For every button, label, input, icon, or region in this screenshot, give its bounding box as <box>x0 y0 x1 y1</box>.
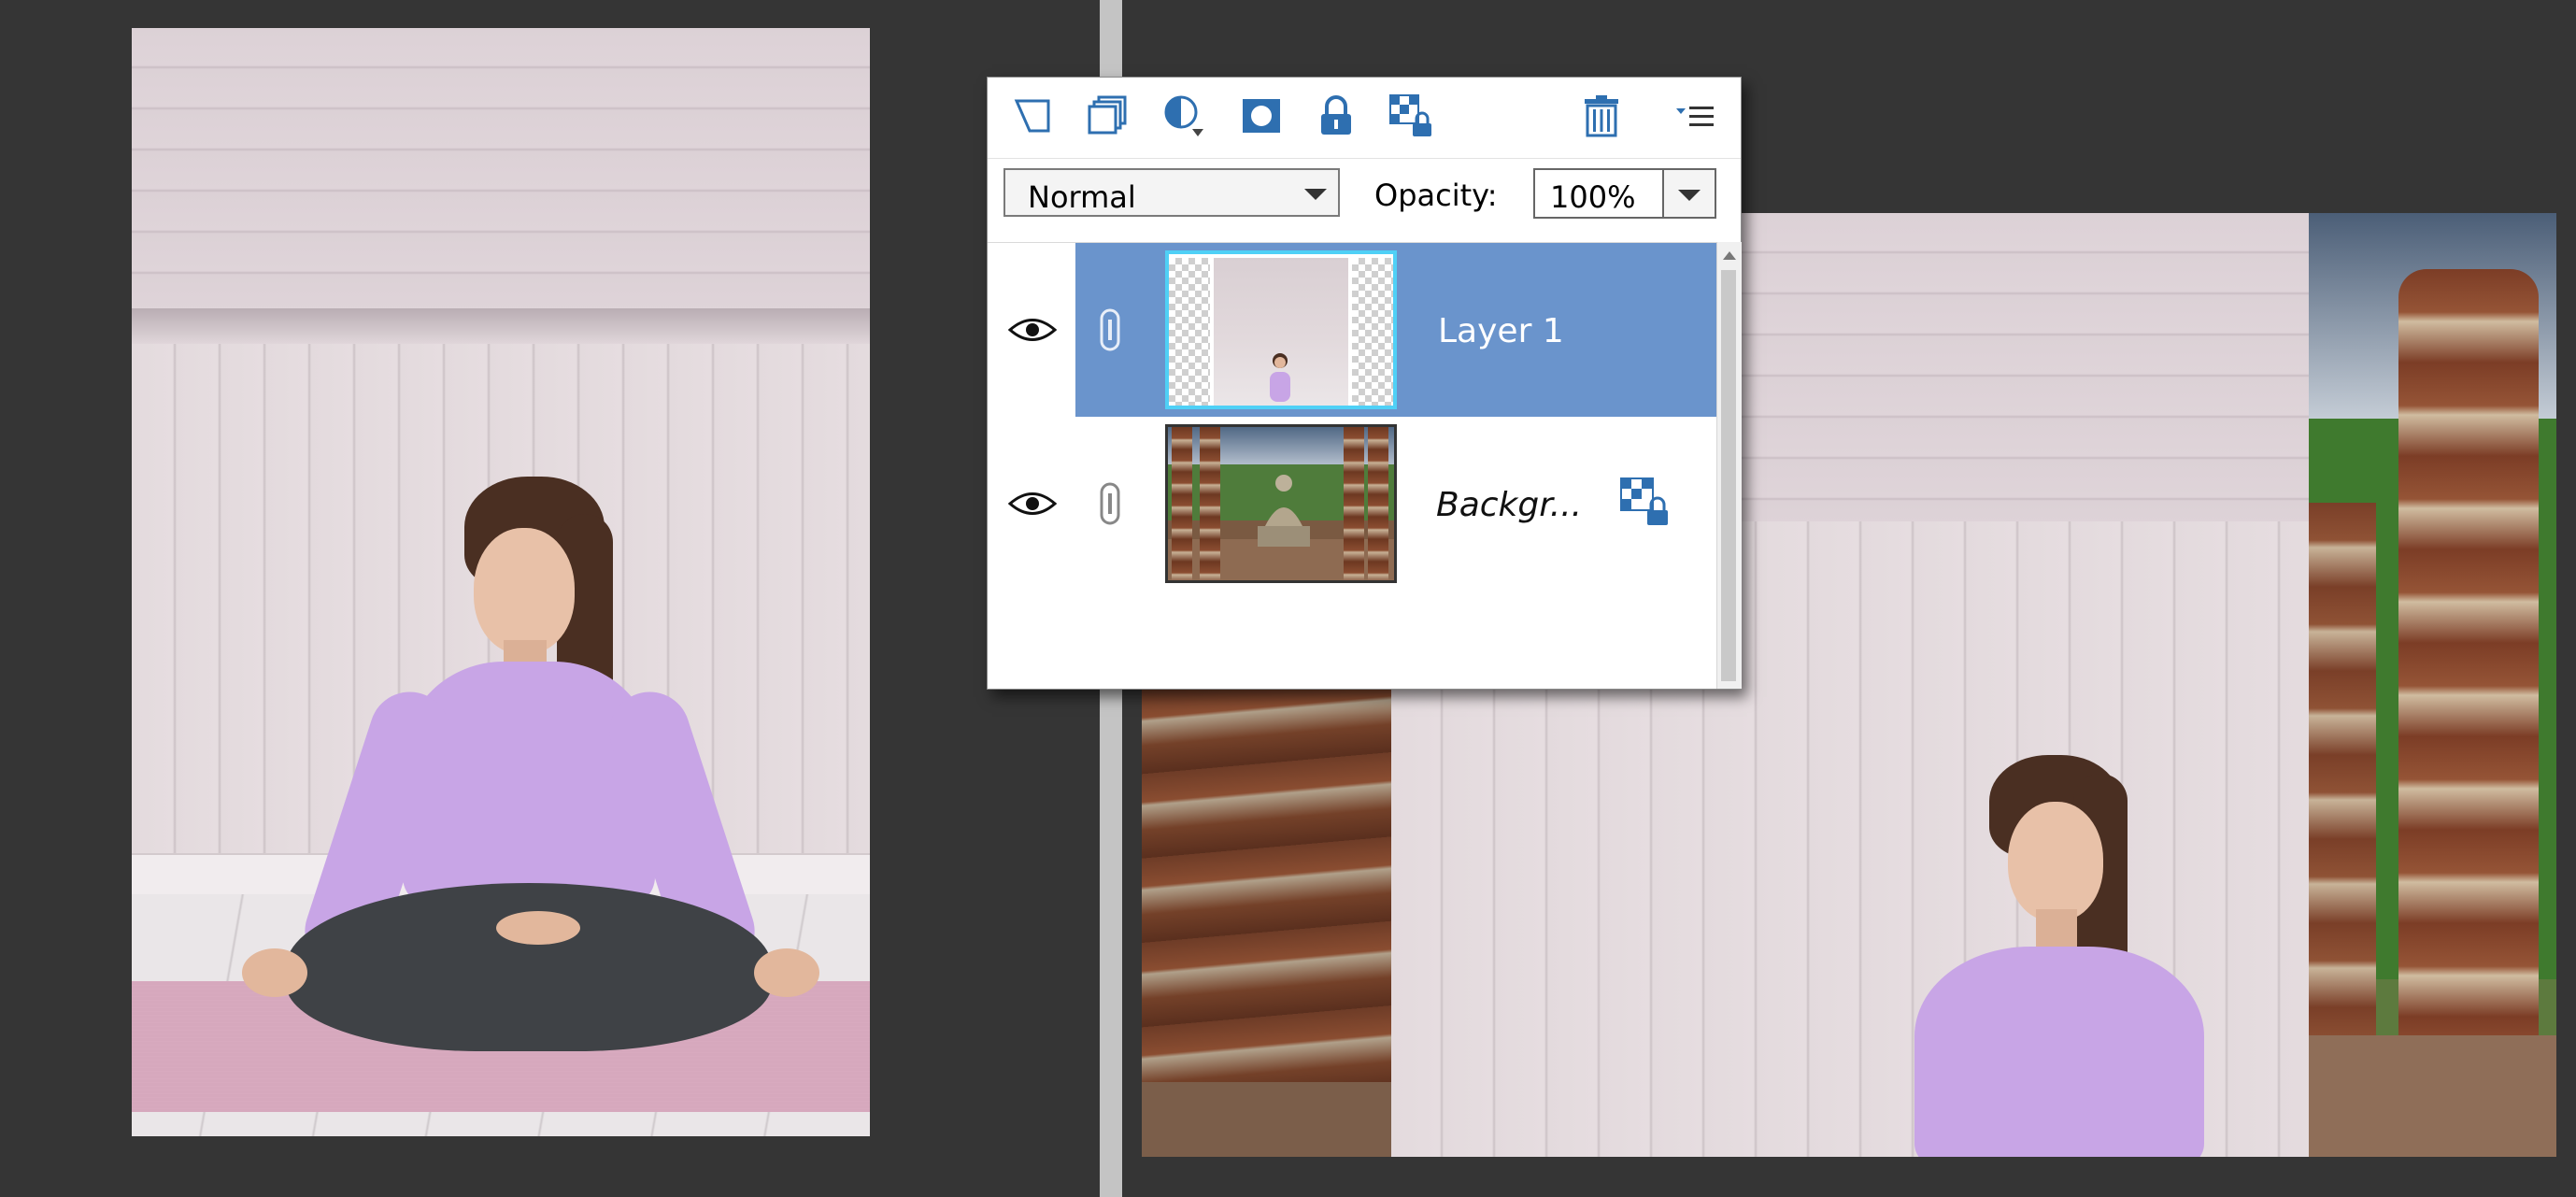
opacity-input[interactable]: 100% <box>1533 168 1664 219</box>
thumbnail-pillar <box>1172 427 1192 580</box>
opacity-label: Opacity: <box>1374 178 1498 213</box>
layers-scrollbar[interactable] <box>1716 242 1742 689</box>
chevron-down-icon <box>1678 190 1701 201</box>
adjustment-layer-icon <box>1164 95 1203 136</box>
meditating-woman <box>132 28 870 1136</box>
temple-floor-left <box>1142 1082 1391 1157</box>
blend-mode-dropdown[interactable]: Normal <box>1003 168 1340 217</box>
temple-pillar <box>2398 269 2539 1157</box>
blend-mode-value: Normal <box>1028 179 1136 215</box>
adjustment-layer-button[interactable] <box>1160 91 1210 141</box>
panel-menu-button[interactable] <box>1672 91 1722 141</box>
lock-transparency-button[interactable] <box>1386 91 1436 141</box>
link-icon[interactable] <box>1096 306 1124 353</box>
lock-transparency-icon <box>1389 94 1431 136</box>
layer-controls: Normal Opacity: 100% <box>988 158 1741 228</box>
temple-ruins-right <box>2309 213 2556 1157</box>
temple-ground <box>2309 1035 2556 1157</box>
visibility-eye-icon[interactable] <box>1008 490 1057 518</box>
layer-name[interactable]: Backgr... <box>1436 486 1582 524</box>
new-layer-button[interactable] <box>1008 91 1059 141</box>
transparency-checker <box>1169 258 1210 406</box>
thumbnail-pillar <box>1344 427 1364 580</box>
layers-toolbar <box>988 78 1741 156</box>
thumbnail-pillar <box>1368 427 1388 580</box>
visibility-eye-icon[interactable] <box>1008 316 1057 344</box>
lock-all-button[interactable] <box>1311 91 1361 141</box>
layer-mask-icon <box>1243 99 1280 133</box>
opacity-value: 100% <box>1550 179 1636 215</box>
thumbnail-pillar <box>1200 427 1220 580</box>
opacity-dropdown-button[interactable] <box>1664 168 1716 219</box>
delete-layer-button[interactable] <box>1576 91 1627 141</box>
duplicate-layer-button[interactable] <box>1083 91 1133 141</box>
scrollbar-thumb[interactable] <box>1721 270 1736 681</box>
layer-name[interactable]: Layer 1 <box>1438 312 1564 350</box>
layer-row-background[interactable]: Backgr... <box>988 417 1716 591</box>
layer-thumbnail <box>1165 250 1397 409</box>
duplicate-layer-icon <box>1088 95 1127 135</box>
new-layer-icon <box>1014 99 1050 133</box>
source-document-canvas[interactable] <box>132 28 870 1136</box>
panel-menu-icon <box>1676 107 1714 126</box>
layer-mask-button[interactable] <box>1236 91 1287 141</box>
lock-icon <box>1321 95 1351 135</box>
layers-list: Layer 1 Backgr... <box>988 242 1716 688</box>
layer-row-layer-1[interactable]: Layer 1 <box>988 243 1716 417</box>
transparency-checker <box>1352 258 1393 406</box>
chevron-down-icon <box>1304 189 1327 200</box>
scroll-up-icon[interactable] <box>1723 251 1736 260</box>
link-icon[interactable] <box>1096 480 1124 527</box>
layers-panel: Normal Opacity: 100% Layer 1 Backgr... <box>987 77 1742 690</box>
layer-thumbnail <box>1165 424 1397 583</box>
thumbnail-buddha <box>1258 475 1310 547</box>
trash-icon <box>1585 95 1618 137</box>
thumbnail-person <box>1270 353 1290 402</box>
lock-transparency-icon <box>1620 477 1668 525</box>
